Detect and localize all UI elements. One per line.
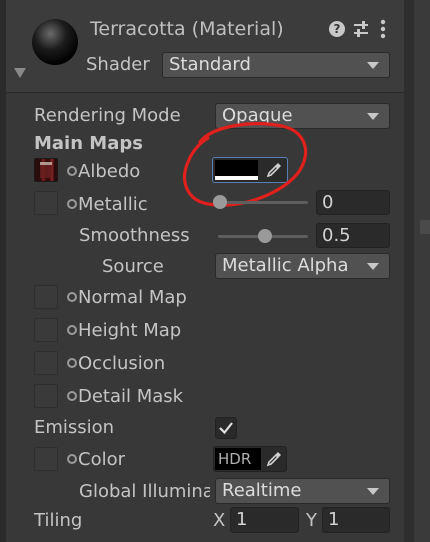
global-illumination-value: Realtime <box>222 480 302 501</box>
panel-left-edge <box>0 0 6 542</box>
emission-label: Emission <box>34 417 115 438</box>
chevron-down-icon <box>367 62 379 69</box>
emission-color-label: Color <box>78 449 125 470</box>
emission-hdr-swatch[interactable]: HDR <box>215 448 261 470</box>
link-icon <box>67 199 77 209</box>
tiling-x-label: X <box>213 510 226 531</box>
detail-mask-texture-slot[interactable] <box>34 384 58 408</box>
metallic-value-field[interactable]: 0 <box>316 190 390 215</box>
tiling-y-field[interactable]: 1 <box>322 507 390 533</box>
occlusion-label: Occlusion <box>78 353 166 374</box>
chevron-down-icon <box>367 488 379 495</box>
tiling-y-label: Y <box>306 510 317 531</box>
source-dropdown[interactable]: Metallic Alpha <box>215 253 390 279</box>
shader-value: Standard <box>169 54 251 75</box>
chevron-down-icon <box>367 113 379 120</box>
tiling-label: Tiling <box>34 510 83 531</box>
link-icon <box>67 325 77 335</box>
albedo-texture-slot[interactable] <box>34 158 58 182</box>
scrollbar-track[interactable] <box>404 0 414 542</box>
detail-mask-label: Detail Mask <box>78 386 184 407</box>
emission-checkbox[interactable] <box>215 417 237 439</box>
smoothness-value-field[interactable]: 0.5 <box>316 223 390 248</box>
source-label: Source <box>102 256 164 277</box>
smoothness-slider-handle[interactable] <box>258 229 272 243</box>
checkmark-icon <box>219 422 233 435</box>
tiling-x-field[interactable]: 1 <box>230 507 299 533</box>
annotation-circle <box>183 122 308 207</box>
albedo-label: Albedo <box>78 161 141 182</box>
occlusion-texture-slot[interactable] <box>34 351 58 375</box>
foldout-arrow-icon[interactable] <box>14 68 26 78</box>
kebab-menu-icon[interactable] <box>380 18 386 40</box>
global-illumination-label: Global Illumina <box>79 481 210 502</box>
link-icon <box>67 454 77 464</box>
global-illumination-dropdown[interactable]: Realtime <box>215 478 390 504</box>
metallic-label: Metallic <box>78 194 148 215</box>
header-divider <box>6 92 404 93</box>
adjacent-panel-handle <box>420 220 430 234</box>
help-icon[interactable]: ? <box>329 21 345 37</box>
shader-label: Shader <box>86 54 150 75</box>
source-value: Metallic Alpha <box>222 255 349 276</box>
material-title: Terracotta (Material) <box>90 18 284 40</box>
link-icon <box>67 358 77 368</box>
material-preview-sphere <box>32 19 78 65</box>
normal-map-texture-slot[interactable] <box>34 285 58 309</box>
rendering-mode-label: Rendering Mode <box>34 105 181 126</box>
sliders-icon[interactable] <box>352 20 370 38</box>
eyedropper-icon[interactable] <box>263 448 285 470</box>
emission-texture-slot[interactable] <box>34 447 58 471</box>
chevron-down-icon <box>367 263 379 270</box>
height-map-texture-slot[interactable] <box>34 318 58 342</box>
link-icon <box>67 166 77 176</box>
normal-map-label: Normal Map <box>78 287 187 308</box>
main-maps-heading: Main Maps <box>34 133 143 154</box>
smoothness-label: Smoothness <box>79 225 190 246</box>
height-map-label: Height Map <box>78 320 182 341</box>
metallic-slider-track[interactable] <box>218 201 308 204</box>
shader-dropdown[interactable]: Standard <box>162 52 390 78</box>
link-icon <box>67 391 77 401</box>
link-icon <box>67 292 77 302</box>
albedo-texture-thumbnail <box>40 162 52 178</box>
metallic-texture-slot[interactable] <box>34 191 58 215</box>
metallic-slider-handle[interactable] <box>213 195 227 209</box>
